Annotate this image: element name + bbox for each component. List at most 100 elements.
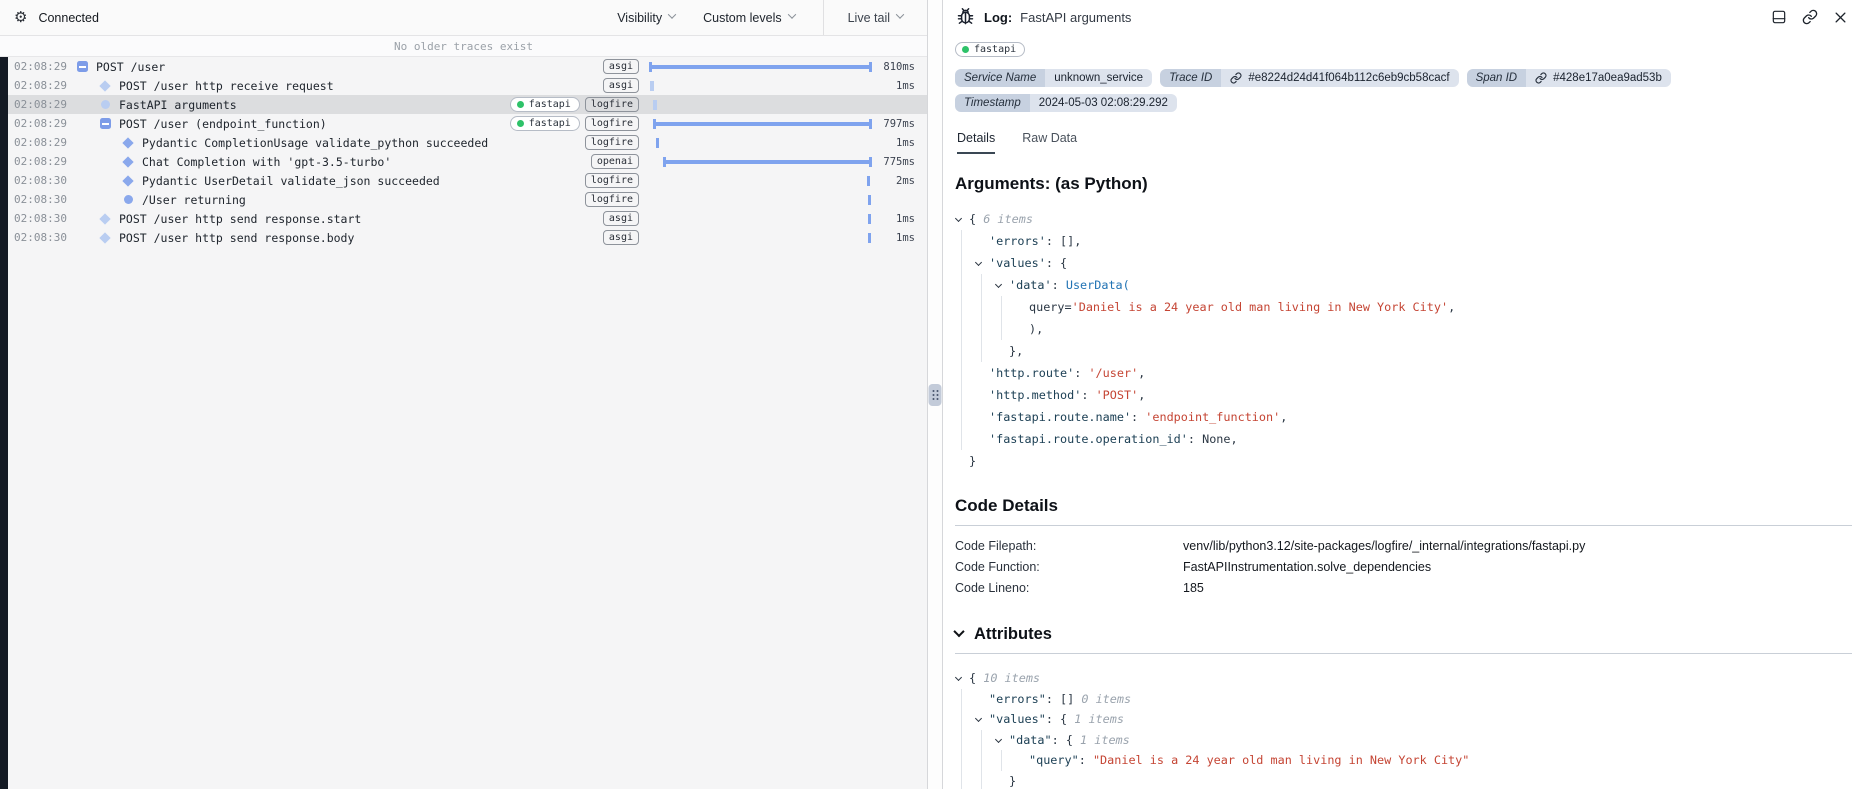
meta-pill-trace-id[interactable]: Trace ID#e8224d24d41f064b112c6eb9cb58cac… xyxy=(1160,69,1458,87)
metadata-pills: Service Nameunknown_serviceTrace ID#e822… xyxy=(955,69,1745,112)
code-segment: } xyxy=(969,454,976,468)
tree-line: "values": { 1 items xyxy=(955,709,1852,730)
logfire-live-view: ⚙ Connected Visibility Custom levels Liv… xyxy=(0,0,1864,789)
trace-scroll-indicator xyxy=(0,57,8,789)
code-segment: UserData( xyxy=(1066,278,1130,292)
trace-row[interactable]: 02:08:29POST /user http receive requesta… xyxy=(8,76,927,95)
tree-line: 'data': UserData( xyxy=(955,274,1852,296)
code-details-title: Code Details xyxy=(955,496,1852,516)
tree-line: } xyxy=(955,450,1852,472)
bar-end-cap xyxy=(869,119,872,129)
link-icon xyxy=(1535,72,1547,84)
circle-icon xyxy=(122,194,134,206)
tag-fastapi[interactable]: fastapi xyxy=(510,116,580,131)
code-segment: None, xyxy=(1202,432,1238,446)
trace-timestamp: 02:08:29 xyxy=(8,79,66,92)
duration-label: 797ms xyxy=(871,118,915,130)
trace-label: /User returning xyxy=(142,193,246,207)
trace-row[interactable]: 02:08:30POST /user http send response.bo… xyxy=(8,228,927,247)
meta-pill-span-id[interactable]: Span ID#428e17a0ea9ad53b xyxy=(1467,69,1671,87)
duration-label: 810ms xyxy=(871,61,915,73)
tree-text: "errors": [] 0 items xyxy=(955,689,1852,710)
code-segment: "Daniel is a 24 year old man living in N… xyxy=(1093,753,1469,767)
custom-levels-dropdown[interactable]: Custom levels xyxy=(703,11,795,25)
indent-guide xyxy=(961,428,962,450)
grip-dots-icon[interactable] xyxy=(929,384,942,406)
tag-asgi[interactable]: asgi xyxy=(603,59,639,74)
tag-label: fastapi xyxy=(529,117,571,130)
bar-end-cap xyxy=(869,157,872,167)
arguments-python-tree: { 6 items'errors': [],'values': {'data':… xyxy=(955,208,1852,472)
trace-label: POST /user http send response.start xyxy=(119,212,361,226)
tag-logfire[interactable]: logfire xyxy=(585,116,639,131)
tree-line: { 6 items xyxy=(955,208,1852,230)
trace-row[interactable]: 02:08:30POST /user http send response.st… xyxy=(8,209,927,228)
close-icon[interactable] xyxy=(1833,10,1848,25)
tree-line: ), xyxy=(955,318,1852,340)
code-segment: : xyxy=(1046,234,1060,248)
tag-asgi[interactable]: asgi xyxy=(603,211,639,226)
code-segment: "data" xyxy=(1009,733,1052,747)
tag-logfire[interactable]: logfire xyxy=(585,173,639,188)
live-tail-dropdown[interactable]: Live tail xyxy=(823,0,927,35)
toolbar-right-group: Visibility Custom levels Live tail xyxy=(617,0,927,35)
minus-square-icon xyxy=(76,61,88,73)
detail-header-actions xyxy=(1771,9,1848,25)
indent-guide xyxy=(981,730,982,751)
tag-fastapi[interactable]: fastapi xyxy=(510,97,580,112)
code-segment: 'http.method' xyxy=(989,388,1081,402)
panel-divider[interactable] xyxy=(927,0,943,789)
code-segment: : { xyxy=(1046,256,1067,270)
tab-raw-data[interactable]: Raw Data xyxy=(1022,131,1077,154)
fastapi-tag[interactable]: fastapi xyxy=(955,42,1025,57)
trace-timestamp: 02:08:30 xyxy=(8,174,66,187)
visibility-dropdown[interactable]: Visibility xyxy=(617,11,675,25)
tag-logfire[interactable]: logfire xyxy=(585,135,639,150)
tag-openai[interactable]: openai xyxy=(591,154,639,169)
trace-row[interactable]: 02:08:29POST /userasgi810ms xyxy=(8,57,927,76)
tree-text: } xyxy=(955,771,1852,789)
trace-list: 02:08:29POST /userasgi810ms02:08:29POST … xyxy=(8,57,927,247)
indent-guide xyxy=(981,274,982,296)
trace-row[interactable]: 02:08:30/User returninglogfire xyxy=(8,190,927,209)
trace-row[interactable]: 02:08:30Pydantic UserDetail validate_jso… xyxy=(8,171,927,190)
meta-value-text: unknown_service xyxy=(1054,72,1143,84)
trace-tags: openai xyxy=(591,154,649,169)
live-tail-label: Live tail xyxy=(848,11,890,25)
gear-icon[interactable]: ⚙ xyxy=(14,10,27,25)
indent-guide xyxy=(961,384,962,406)
chevron-down-icon xyxy=(953,625,964,636)
trace-row[interactable]: 02:08:29Pydantic CompletionUsage validat… xyxy=(8,133,927,152)
tree-line: 'values': { xyxy=(955,252,1852,274)
tag-logfire[interactable]: logfire xyxy=(585,192,639,207)
code-detail-value: FastAPIInstrumentation.solve_dependencie… xyxy=(1183,557,1852,578)
tree-line: query='Daniel is a 24 year old man livin… xyxy=(955,296,1852,318)
indent-guide xyxy=(961,730,962,751)
tree-line: 'fastapi.route.name': 'endpoint_function… xyxy=(955,406,1852,428)
code-segment: 1 items xyxy=(1074,712,1124,726)
green-dot-icon xyxy=(517,120,524,127)
attributes-section-header[interactable]: Attributes xyxy=(955,625,1852,644)
link-icon[interactable] xyxy=(1802,9,1818,25)
tab-details[interactable]: Details xyxy=(957,131,995,154)
tag-logfire[interactable]: logfire xyxy=(585,97,639,112)
meta-value: #e8224d24d41f064b112c6eb9cb58cacf xyxy=(1221,69,1458,87)
trace-label: Pydantic CompletionUsage validate_python… xyxy=(142,136,488,150)
meta-value: 2024-05-03 02:08:29.292 xyxy=(1030,94,1177,112)
diamond-light-icon xyxy=(99,213,111,225)
trace-row[interactable]: 02:08:29POST /user (endpoint_function)fa… xyxy=(8,114,927,133)
meta-value: #428e17a0ea9ad53b xyxy=(1526,69,1671,87)
tag-asgi[interactable]: asgi xyxy=(603,78,639,93)
green-dot-icon xyxy=(962,46,969,53)
duration-label: 1ms xyxy=(871,213,915,225)
minus-square-shape xyxy=(100,118,111,129)
trace-timestamp: 02:08:29 xyxy=(8,155,66,168)
tag-label: fastapi xyxy=(529,98,571,111)
meta-value: unknown_service xyxy=(1045,69,1152,87)
panel-bottom-icon[interactable] xyxy=(1771,9,1787,25)
tag-asgi[interactable]: asgi xyxy=(603,230,639,245)
trace-row[interactable]: 02:08:29FastAPI argumentsfastapilogfire xyxy=(8,95,927,114)
bar-tick xyxy=(653,100,657,110)
trace-row[interactable]: 02:08:29Chat Completion with 'gpt-3.5-tu… xyxy=(8,152,927,171)
code-segment: 'values' xyxy=(989,256,1046,270)
